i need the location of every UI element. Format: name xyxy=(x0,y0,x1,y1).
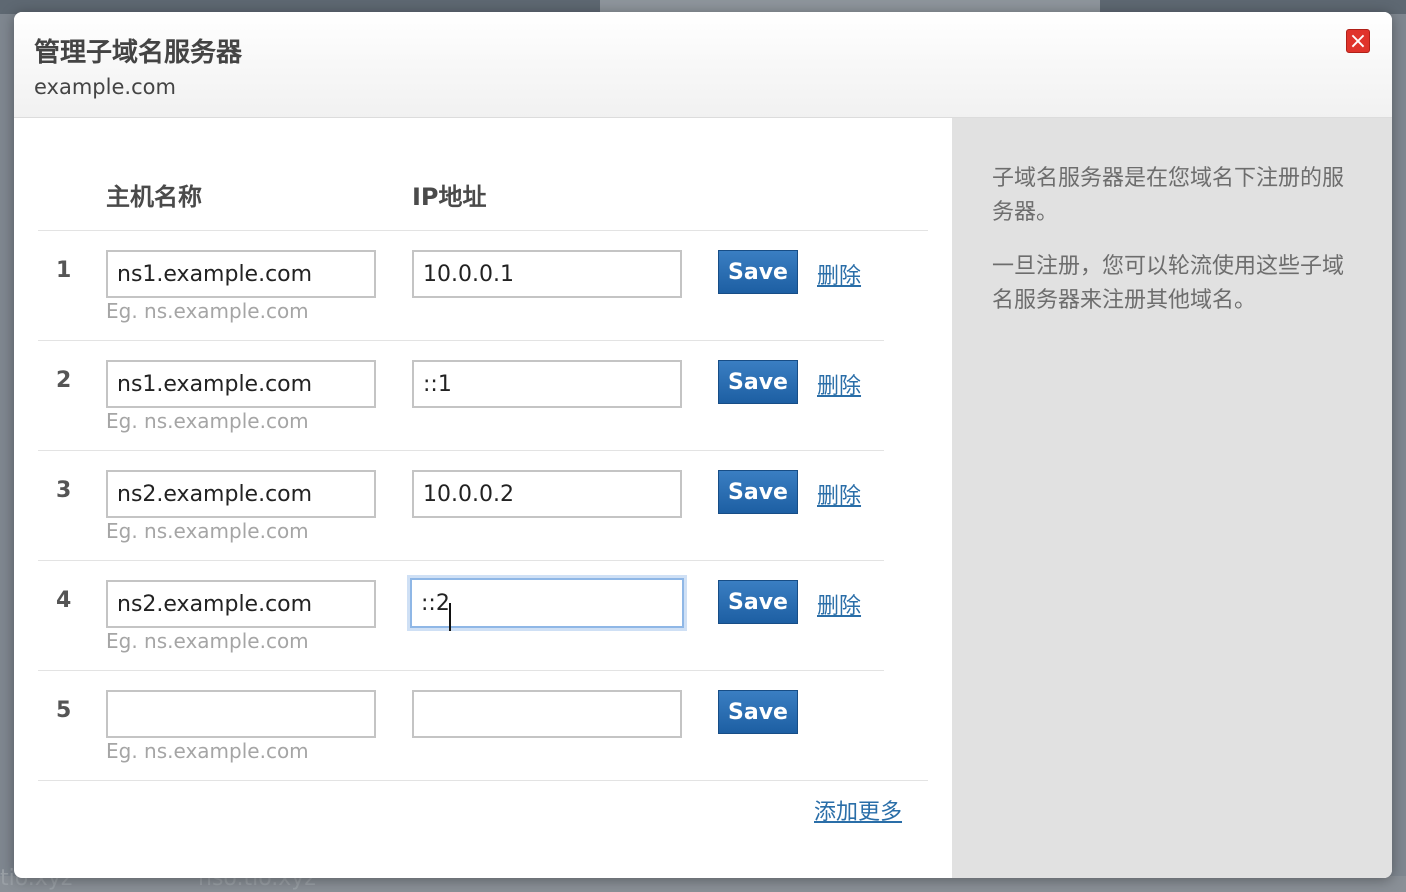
ip-input-focused[interactable] xyxy=(410,578,684,628)
hostname-hint: Eg. ns.example.com xyxy=(106,629,309,653)
hostname-input[interactable] xyxy=(106,250,376,298)
info-sidebar: 子域名服务器是在您域名下注册的服务器。 一旦注册，您可以轮流使用这些子域名服务器… xyxy=(952,118,1392,878)
save-button[interactable]: Save xyxy=(718,580,798,624)
dialog-title: 管理子域名服务器 xyxy=(34,38,243,68)
delete-link[interactable]: 删除 xyxy=(817,258,861,290)
hostname-hint: Eg. ns.example.com xyxy=(106,739,309,763)
delete-link[interactable]: 删除 xyxy=(817,368,861,400)
dialog-header: 管理子域名服务器 example.com × xyxy=(14,12,1392,118)
header-divider xyxy=(38,230,928,231)
save-button[interactable]: Save xyxy=(718,250,798,294)
hostname-input[interactable] xyxy=(106,470,376,518)
row-number: 4 xyxy=(56,588,72,613)
save-button[interactable]: Save xyxy=(718,690,798,734)
sidebar-paragraph-2: 一旦注册，您可以轮流使用这些子域名服务器来注册其他域名。 xyxy=(992,254,1345,313)
hostname-input[interactable] xyxy=(106,580,376,628)
ip-input[interactable] xyxy=(412,360,682,408)
nameserver-dialog: 管理子域名服务器 example.com × 主机名称 IP地址 1 Eg. n… xyxy=(14,12,1392,878)
delete-link[interactable]: 删除 xyxy=(817,588,861,620)
ip-input[interactable] xyxy=(412,470,682,518)
row-number: 1 xyxy=(56,258,72,283)
close-icon[interactable]: × xyxy=(1346,29,1370,54)
ip-input[interactable] xyxy=(412,690,682,738)
row-divider xyxy=(38,340,884,341)
column-header-hostname: 主机名称 xyxy=(106,183,202,211)
row-number: 3 xyxy=(56,478,72,503)
add-more-link[interactable]: 添加更多 xyxy=(814,794,902,826)
delete-link[interactable]: 删除 xyxy=(817,478,861,510)
row-divider xyxy=(38,670,884,671)
ip-input[interactable] xyxy=(412,250,682,298)
hostname-hint: Eg. ns.example.com xyxy=(106,299,309,323)
table-footer-divider xyxy=(38,780,928,781)
hostname-hint: Eg. ns.example.com xyxy=(106,409,309,433)
save-button[interactable]: Save xyxy=(718,360,798,404)
hostname-hint: Eg. ns.example.com xyxy=(106,519,309,543)
row-number: 5 xyxy=(56,698,72,723)
dialog-subtitle: example.com xyxy=(34,75,176,99)
hostname-input[interactable] xyxy=(106,360,376,408)
text-cursor xyxy=(449,603,451,631)
save-button[interactable]: Save xyxy=(718,470,798,514)
column-header-ip: IP地址 xyxy=(412,183,487,211)
row-number: 2 xyxy=(56,368,72,393)
sidebar-paragraph-1: 子域名服务器是在您域名下注册的服务器。 xyxy=(992,166,1345,225)
backdrop-tab-highlight xyxy=(600,0,1100,12)
row-divider xyxy=(38,560,884,561)
hostname-input[interactable] xyxy=(106,690,376,738)
row-divider xyxy=(38,450,884,451)
